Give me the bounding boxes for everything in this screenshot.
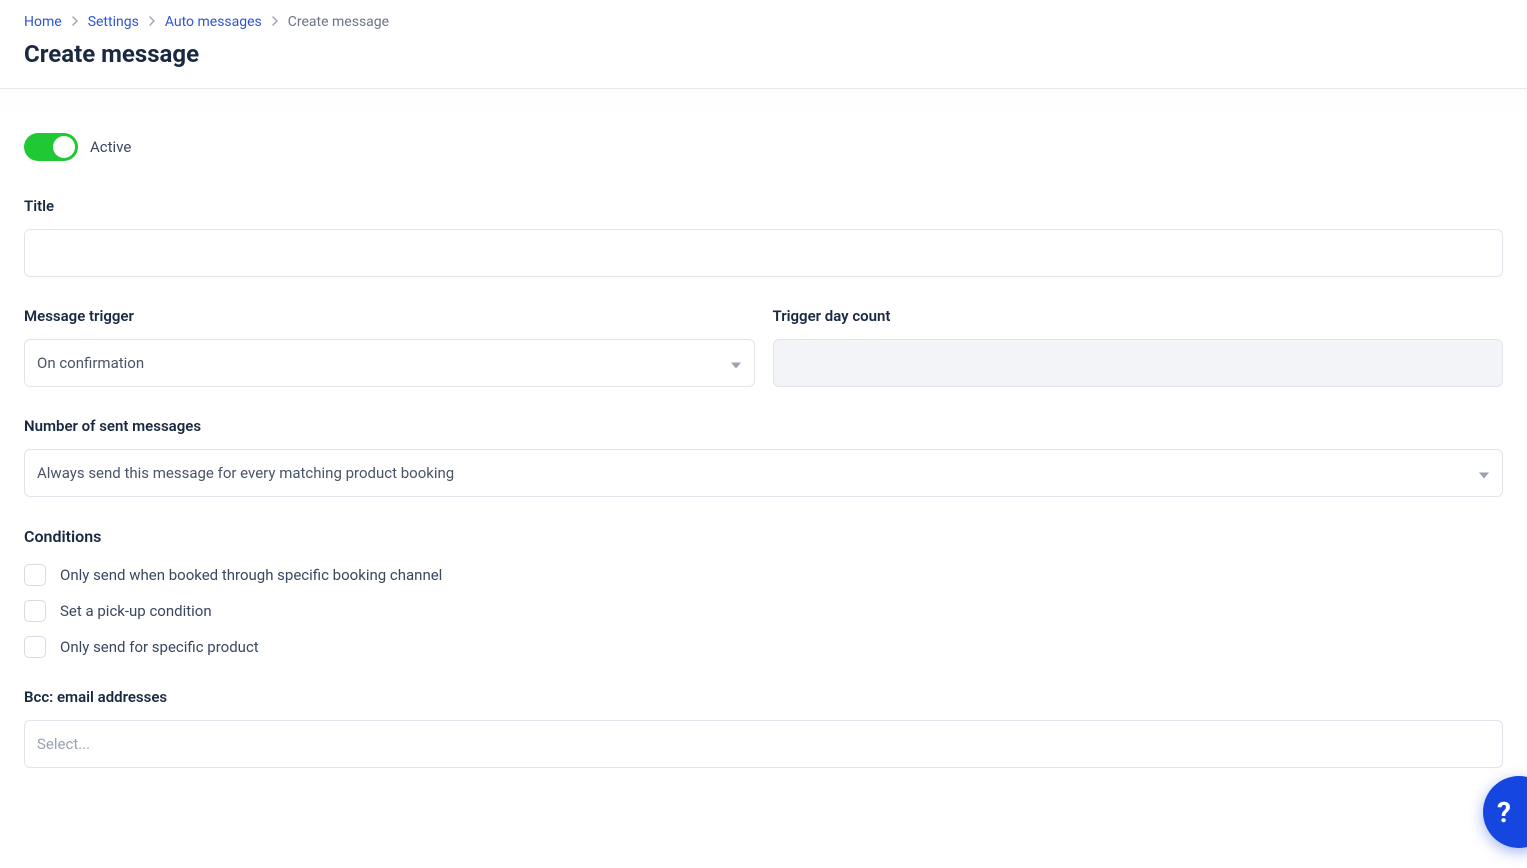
- sent-count-value: Always send this message for every match…: [37, 464, 454, 482]
- title-input[interactable]: [24, 229, 1503, 277]
- breadcrumb-auto-messages[interactable]: Auto messages: [165, 14, 262, 30]
- message-trigger-value: On confirmation: [37, 354, 144, 372]
- breadcrumb-home[interactable]: Home: [24, 14, 62, 30]
- condition-specific-product[interactable]: Only send for specific product: [24, 636, 1503, 658]
- message-trigger-label: Message trigger: [24, 307, 755, 325]
- condition-label: Only send for specific product: [60, 638, 259, 656]
- breadcrumb: Home Settings Auto messages Create messa…: [24, 14, 1503, 30]
- checkbox-icon: [24, 636, 46, 658]
- chevron-right-icon: [149, 15, 155, 29]
- condition-label: Only send when booked through specific b…: [60, 566, 442, 584]
- active-toggle[interactable]: [24, 133, 78, 161]
- question-mark-icon: ?: [1497, 796, 1511, 829]
- toggle-knob: [53, 136, 75, 158]
- condition-booking-channel[interactable]: Only send when booked through specific b…: [24, 564, 1503, 586]
- chevron-right-icon: [72, 15, 78, 29]
- sent-count-label: Number of sent messages: [24, 417, 1503, 435]
- trigger-day-count-input: [773, 339, 1504, 387]
- checkbox-icon: [24, 564, 46, 586]
- bcc-label: Bcc: email addresses: [24, 688, 1503, 706]
- trigger-day-count-label: Trigger day count: [773, 307, 1504, 325]
- condition-label: Set a pick-up condition: [60, 602, 212, 620]
- conditions-heading: Conditions: [24, 527, 1503, 546]
- message-trigger-select[interactable]: On confirmation: [24, 339, 755, 387]
- checkbox-icon: [24, 600, 46, 622]
- bcc-select[interactable]: Select...: [24, 720, 1503, 768]
- condition-pickup[interactable]: Set a pick-up condition: [24, 600, 1503, 622]
- bcc-placeholder: Select...: [37, 735, 90, 753]
- active-toggle-label: Active: [90, 138, 131, 156]
- page-title: Create message: [24, 40, 1503, 68]
- breadcrumb-current: Create message: [288, 14, 389, 30]
- breadcrumb-settings[interactable]: Settings: [88, 14, 139, 30]
- title-label: Title: [24, 197, 1503, 215]
- sent-count-select[interactable]: Always send this message for every match…: [24, 449, 1503, 497]
- chevron-right-icon: [272, 15, 278, 29]
